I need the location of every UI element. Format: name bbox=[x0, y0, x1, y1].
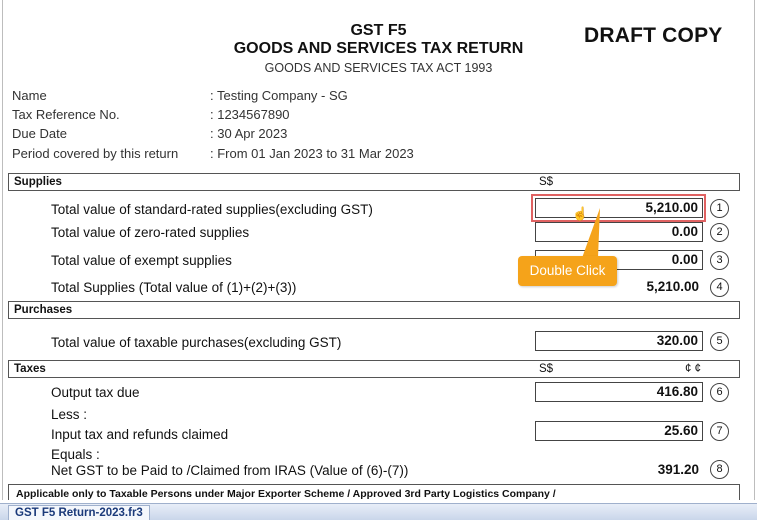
equals-label: Equals : bbox=[51, 447, 100, 462]
hand-cursor-icon: ☝ bbox=[572, 206, 589, 221]
highlight-box bbox=[531, 194, 706, 222]
box-number: 6 bbox=[710, 383, 729, 402]
row-label-exempt: Total value of exempt supplies bbox=[51, 253, 232, 268]
section-purchases: Purchases bbox=[8, 301, 740, 319]
row-label-net-gst: Net GST to be Paid to /Claimed from IRAS… bbox=[51, 463, 409, 478]
info-label: Name bbox=[12, 88, 47, 103]
section-title: Purchases bbox=[14, 304, 73, 316]
info-value: : 1234567890 bbox=[210, 107, 290, 122]
field-input-tax[interactable]: 25.60 bbox=[535, 421, 703, 441]
box-number: 5 bbox=[710, 332, 729, 351]
double-click-callout: Double Click bbox=[518, 256, 617, 286]
box-number: 4 bbox=[710, 278, 729, 297]
field-output-tax[interactable]: 416.80 bbox=[535, 382, 703, 402]
info-label: Due Date bbox=[12, 126, 67, 141]
form-act: GOODS AND SERVICES TAX ACT 1993 bbox=[264, 61, 493, 75]
draft-copy-stamp: DRAFT COPY bbox=[584, 24, 723, 47]
box-number: 7 bbox=[710, 422, 729, 441]
info-value: : Testing Company - SG bbox=[210, 88, 348, 103]
row-label-standard-rated: Total value of standard-rated supplies(e… bbox=[51, 202, 373, 217]
currency-label: S$ bbox=[539, 363, 554, 375]
section-taxes: Taxes S$ ¢ ¢ bbox=[8, 360, 740, 378]
row-label-taxable-purchases: Total value of taxable purchases(excludi… bbox=[51, 335, 342, 350]
value-net-gst: 391.20 bbox=[657, 462, 699, 477]
field-zero-rated[interactable]: 0.00 bbox=[535, 222, 703, 242]
currency-label: S$ bbox=[539, 176, 554, 188]
info-label: Period covered by this return bbox=[12, 146, 179, 161]
section-title: Supplies bbox=[14, 176, 62, 188]
major-exporter-note: Applicable only to Taxable Persons under… bbox=[16, 488, 556, 500]
box-number: 1 bbox=[710, 199, 729, 218]
less-label: Less : bbox=[51, 407, 88, 422]
section-title: Taxes bbox=[14, 363, 46, 375]
box-number: 8 bbox=[710, 460, 729, 479]
row-label-total-supplies: Total Supplies (Total value of (1)+(2)+(… bbox=[51, 280, 297, 295]
section-supplies: Supplies S$ bbox=[8, 173, 740, 191]
row-label-input-tax: Input tax and refunds claimed bbox=[51, 427, 229, 442]
box-number: 3 bbox=[710, 251, 729, 270]
row-label-zero-rated: Total value of zero-rated supplies bbox=[51, 225, 250, 240]
info-value: : From 01 Jan 2023 to 31 Mar 2023 bbox=[210, 146, 414, 161]
info-value: : 30 Apr 2023 bbox=[210, 126, 288, 141]
field-taxable-purchases[interactable]: 320.00 bbox=[535, 331, 703, 351]
document-tab-bar: GST F5 Return-2023.fr3 bbox=[0, 503, 757, 520]
cents-label: ¢ ¢ bbox=[685, 363, 701, 375]
row-label-output-tax: Output tax due bbox=[51, 385, 140, 400]
box-number: 2 bbox=[710, 223, 729, 242]
tab-gst-f5-return[interactable]: GST F5 Return-2023.fr3 bbox=[8, 505, 150, 520]
info-label: Tax Reference No. bbox=[12, 107, 120, 122]
